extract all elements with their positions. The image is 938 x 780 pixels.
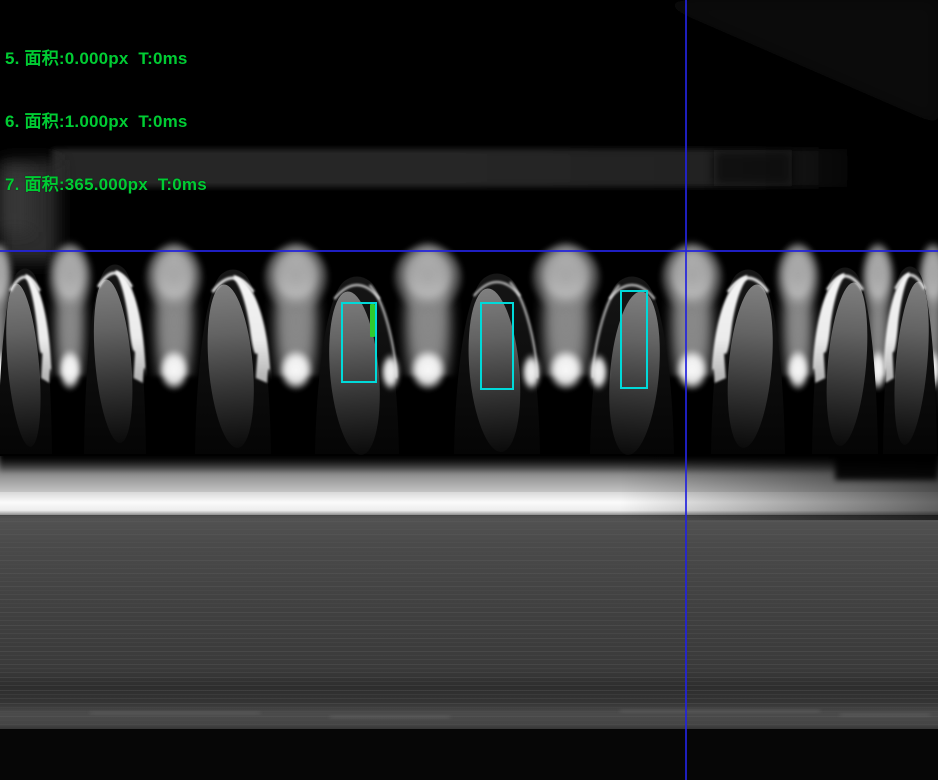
camera-viewport[interactable]: 5. 面积:0.000px T:0ms 6. 面积:1.000px T:0ms … bbox=[0, 0, 938, 780]
defect-highlight-mark bbox=[370, 304, 375, 337]
measurement-line: 6. 面积:1.000px T:0ms bbox=[5, 111, 207, 132]
measurement-line: 5. 面积:0.000px T:0ms bbox=[5, 48, 207, 69]
measurement-hud: 5. 面积:0.000px T:0ms 6. 面积:1.000px T:0ms … bbox=[5, 6, 207, 237]
measurement-line: 7. 面积:365.000px T:0ms bbox=[5, 174, 207, 195]
